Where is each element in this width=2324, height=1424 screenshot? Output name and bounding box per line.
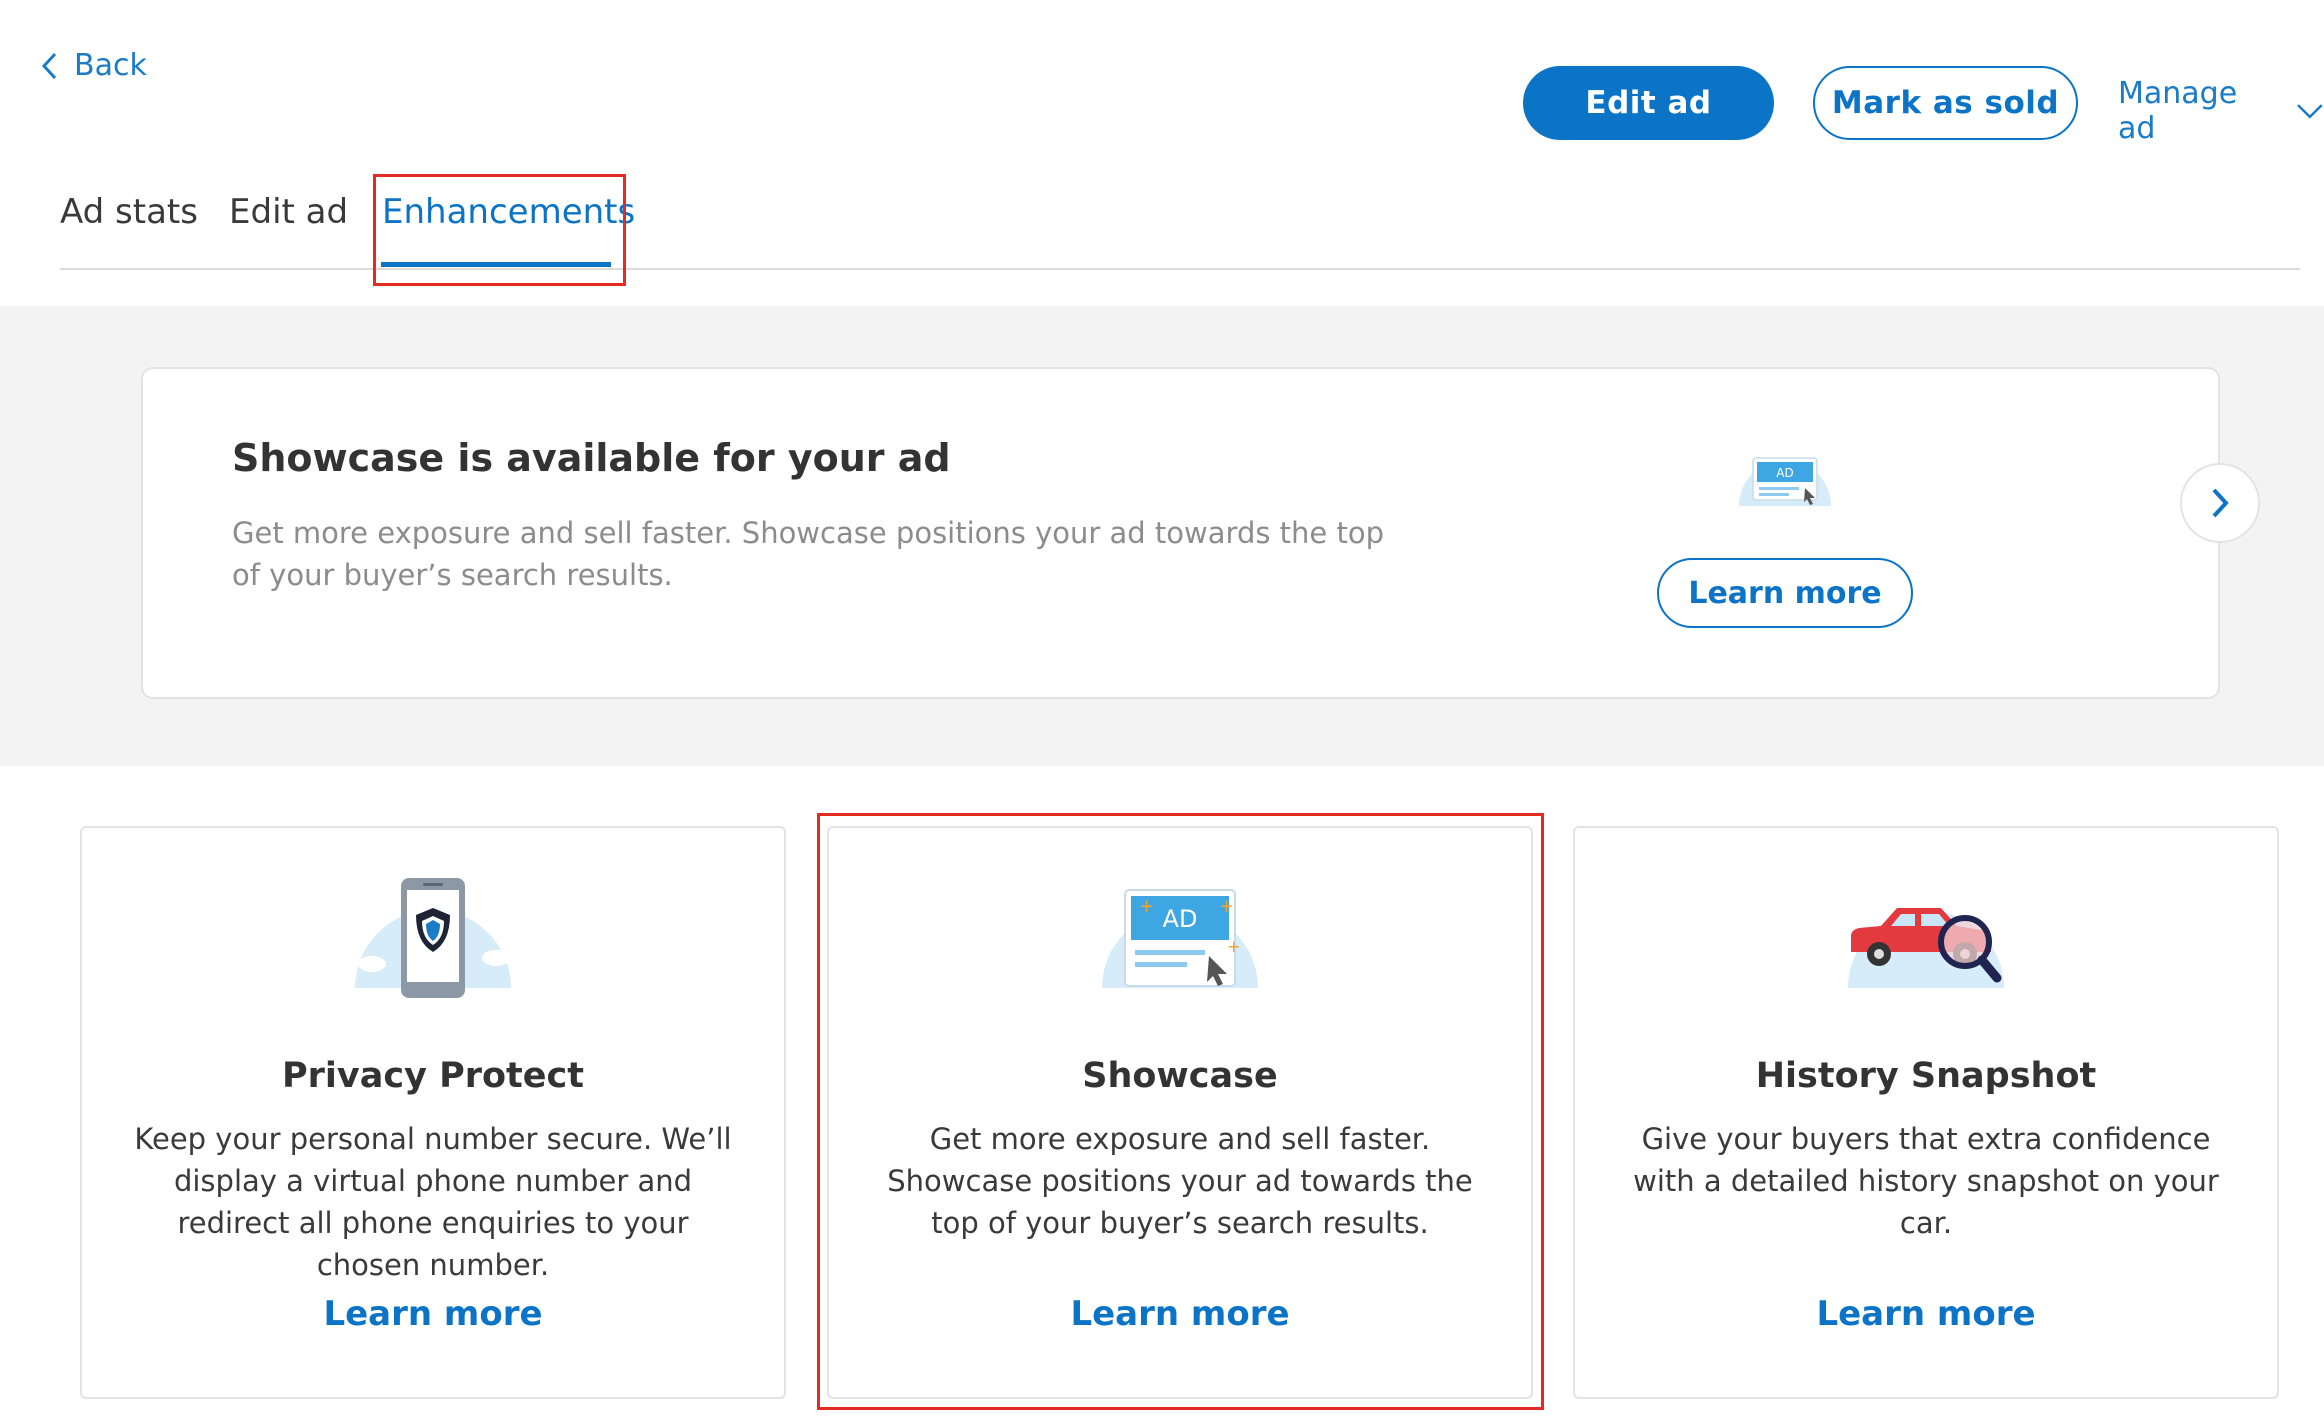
back-link[interactable]: Back xyxy=(40,48,147,83)
highlight-box-showcase xyxy=(817,813,1544,1410)
ad-badge-text: AD xyxy=(1776,466,1793,480)
banner-description: Get more exposure and sell faster. Showc… xyxy=(232,516,1385,592)
edit-ad-button[interactable]: Edit ad xyxy=(1523,66,1774,140)
chevron-left-icon xyxy=(41,52,57,79)
manage-ad-label: Manage ad xyxy=(2118,76,2238,146)
showcase-ad-icon: AD xyxy=(1739,457,1831,506)
card-title: Privacy Protect xyxy=(282,1056,584,1096)
history-snapshot-learn-more-link[interactable]: Learn more xyxy=(1575,1294,2277,1334)
carousel-next-button[interactable] xyxy=(2180,463,2260,543)
privacy-protect-learn-more-link[interactable]: Learn more xyxy=(82,1294,784,1334)
back-label: Back xyxy=(74,48,147,83)
manage-ad-dropdown[interactable]: Manage ad xyxy=(2118,76,2324,146)
history-snapshot-icon xyxy=(1848,891,2004,988)
privacy-protect-card: Privacy Protect Keep your personal numbe… xyxy=(80,826,786,1399)
card-title: History Snapshot xyxy=(1755,1056,2097,1096)
privacy-protect-icon xyxy=(355,878,511,998)
mark-as-sold-button[interactable]: Mark as sold xyxy=(1813,66,2078,140)
banner-learn-more-button[interactable]: Learn more xyxy=(1657,558,1913,628)
tab-ad-stats[interactable]: Ad stats xyxy=(60,192,198,232)
card-description: Keep your personal number secure. We’ll … xyxy=(134,1122,732,1282)
card-description: Give your buyers that extra confidence w… xyxy=(1633,1122,2219,1240)
chevron-down-icon xyxy=(2297,104,2323,119)
tab-edit-ad[interactable]: Edit ad xyxy=(229,192,348,232)
history-snapshot-card: History Snapshot Give your buyers that e… xyxy=(1573,826,2279,1399)
banner-title: Showcase is available for your ad xyxy=(232,436,951,480)
highlight-box-tab xyxy=(373,174,626,286)
chevron-right-icon xyxy=(2212,488,2229,518)
